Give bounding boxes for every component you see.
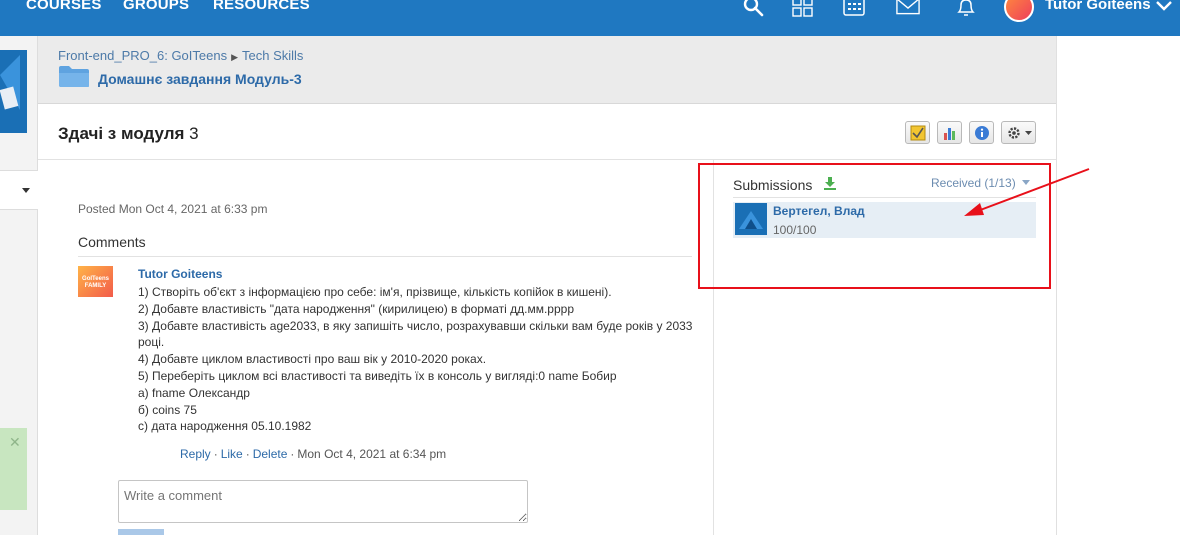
search-icon[interactable]	[741, 0, 765, 21]
folder-icon	[59, 66, 89, 87]
nav-courses[interactable]: COURSES	[26, 0, 102, 13]
folder-title[interactable]: Домашнє завдання Модуль-3	[98, 71, 302, 87]
sidebar-dropdown[interactable]	[0, 170, 38, 210]
notification-strip: ✕	[0, 428, 27, 510]
caret-down-icon	[22, 188, 30, 193]
breadcrumb-group[interactable]: Front-end_PRO_6: GoITeens	[58, 48, 227, 63]
divider	[38, 159, 1056, 160]
comment-line: 4) Добавте циклом властивості про ваш ві…	[138, 352, 487, 367]
assignment-title: Здачі з модуля	[58, 124, 185, 143]
comment-line: 1) Створіть об'єкт з інформацією про себ…	[138, 285, 612, 299]
page-header	[38, 36, 1056, 104]
comment-line: 2) Добавте властивість "дата народження"…	[138, 301, 574, 316]
delete-link[interactable]: Delete	[253, 447, 288, 461]
comment-author[interactable]: Tutor Goiteens	[138, 267, 222, 281]
post-comment-button[interactable]	[118, 529, 164, 535]
assignment-number: 3	[189, 124, 199, 143]
settings-menu-button[interactable]	[1001, 121, 1036, 144]
gear-icon	[1008, 127, 1020, 139]
calendar-icon[interactable]	[842, 0, 866, 21]
comment-avatar[interactable]: GoITeens FAMILY	[78, 266, 113, 297]
comment-input[interactable]	[118, 480, 528, 523]
grading-icon	[910, 125, 926, 141]
right-gutter	[1056, 36, 1180, 535]
caret-down-icon	[1025, 131, 1032, 135]
like-link[interactable]: Like	[221, 447, 243, 461]
nav-groups[interactable]: GROUPS	[123, 0, 189, 13]
user-avatar[interactable]	[1004, 0, 1034, 22]
comment-timestamp: Mon Oct 4, 2021 at 6:34 pm	[297, 447, 447, 461]
breadcrumb-separator-icon: ▶	[231, 52, 239, 62]
comment-line: році.	[138, 335, 165, 350]
highlight-box	[698, 163, 1051, 289]
chevron-down-icon[interactable]	[1152, 0, 1176, 21]
mail-icon[interactable]	[896, 0, 920, 21]
comment-line: 5) Переберіть циклом всі властивості та …	[138, 368, 617, 383]
reply-link[interactable]: Reply	[180, 447, 211, 461]
close-icon[interactable]: ✕	[9, 434, 21, 451]
user-name[interactable]: Tutor Goiteens	[1045, 0, 1151, 13]
info-button[interactable]	[969, 121, 994, 144]
grade-button[interactable]	[905, 121, 930, 144]
comment-line: б) coins 75	[138, 402, 197, 417]
posted-timestamp: Posted Mon Oct 4, 2021 at 6:33 pm	[78, 202, 268, 216]
info-icon	[975, 126, 989, 140]
comments-heading: Comments	[78, 234, 146, 250]
divider	[78, 256, 692, 257]
top-navigation-bar: COURSES GROUPS RESOURCES Tutor Goiteens	[0, 0, 1180, 36]
breadcrumb: Front-end_PRO_6: GoITeens ▶ Tech Skills	[58, 48, 303, 63]
page-title: Здачі з модуля 3	[58, 124, 199, 144]
breadcrumb-section[interactable]: Tech Skills	[242, 48, 303, 63]
nav-resources[interactable]: RESOURCES	[213, 0, 310, 13]
comment-actions: Reply · Like · Delete · Mon Oct 4, 2021 at 6:3…	[180, 447, 447, 461]
comment-line: с) дата народження 05.10.1982	[138, 419, 312, 434]
comment-line: а) fname Олександр	[138, 385, 250, 400]
comment-line: 3) Добавте властивість age2033, в яку за…	[138, 318, 693, 333]
course-logo[interactable]	[0, 50, 27, 133]
analytics-button[interactable]	[937, 121, 962, 144]
bell-icon[interactable]	[954, 0, 978, 21]
comment-body: 1) Створіть об'єкт з інформацією про себ…	[138, 284, 698, 435]
grid-icon[interactable]	[791, 0, 815, 21]
bar-chart-icon	[944, 128, 955, 140]
